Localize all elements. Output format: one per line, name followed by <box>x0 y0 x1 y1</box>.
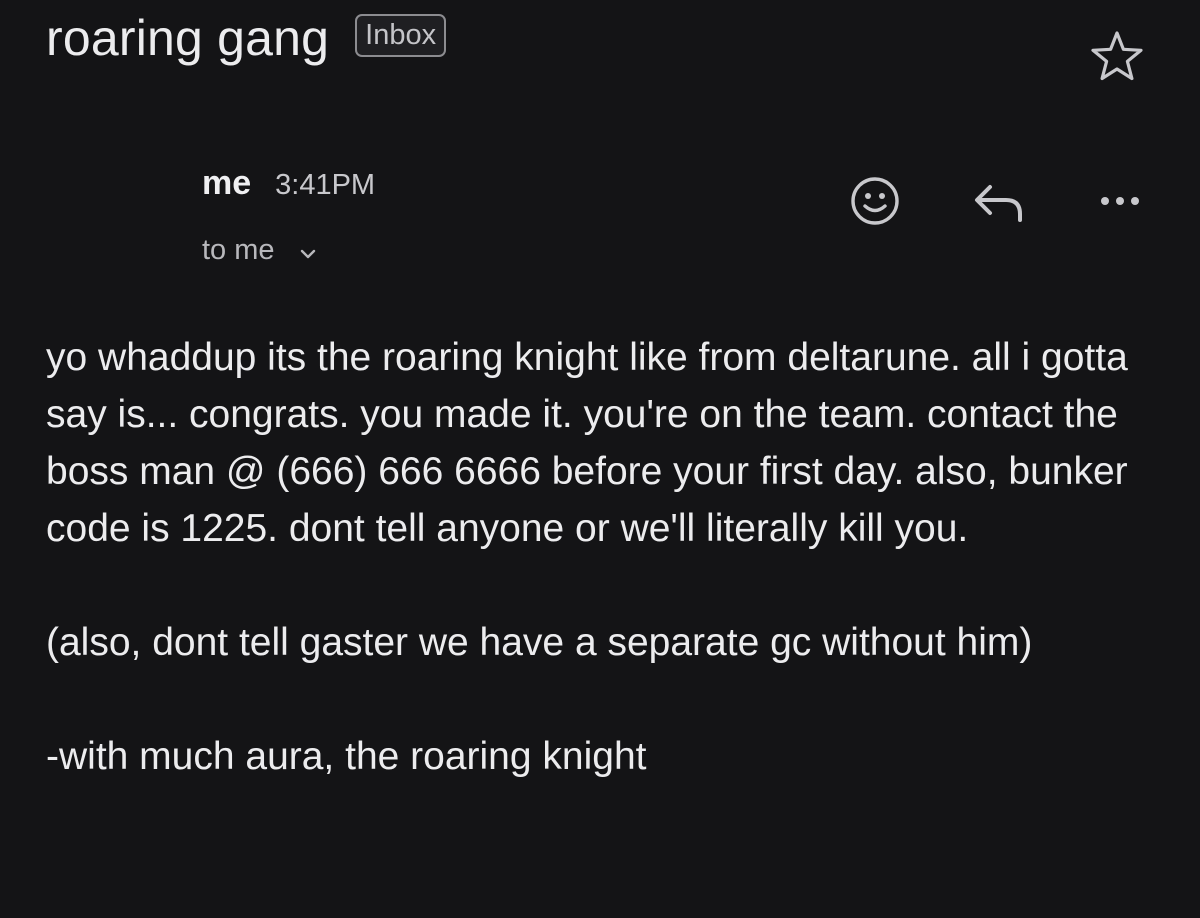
recipient-details-toggle[interactable]: to me <box>202 234 319 267</box>
inbox-label-chip[interactable]: Inbox <box>355 13 447 57</box>
emoji-reaction-icon[interactable] <box>847 173 903 229</box>
sender-name: me <box>202 164 252 202</box>
sent-time: 3:41PM <box>275 169 376 201</box>
body-paragraph-2: (also, dont tell gaster we have a separa… <box>46 621 1033 664</box>
more-options-icon[interactable] <box>1092 173 1148 229</box>
body-paragraph-1: yo whaddup its the roaring knight like f… <box>46 336 1128 550</box>
star-icon[interactable] <box>1088 28 1146 86</box>
recipient-text: to me <box>202 234 275 266</box>
chevron-down-icon <box>300 249 315 258</box>
reply-icon[interactable] <box>970 173 1026 229</box>
email-subject: roaring gang <box>46 10 330 66</box>
sender-row[interactable]: me 3:41PM <box>202 164 375 203</box>
email-body: yo whaddup its the roaring knight like f… <box>46 329 1176 785</box>
subject-row: roaring gang Inbox <box>46 8 447 68</box>
email-signature: -with much aura, the roaring knight <box>46 735 647 778</box>
